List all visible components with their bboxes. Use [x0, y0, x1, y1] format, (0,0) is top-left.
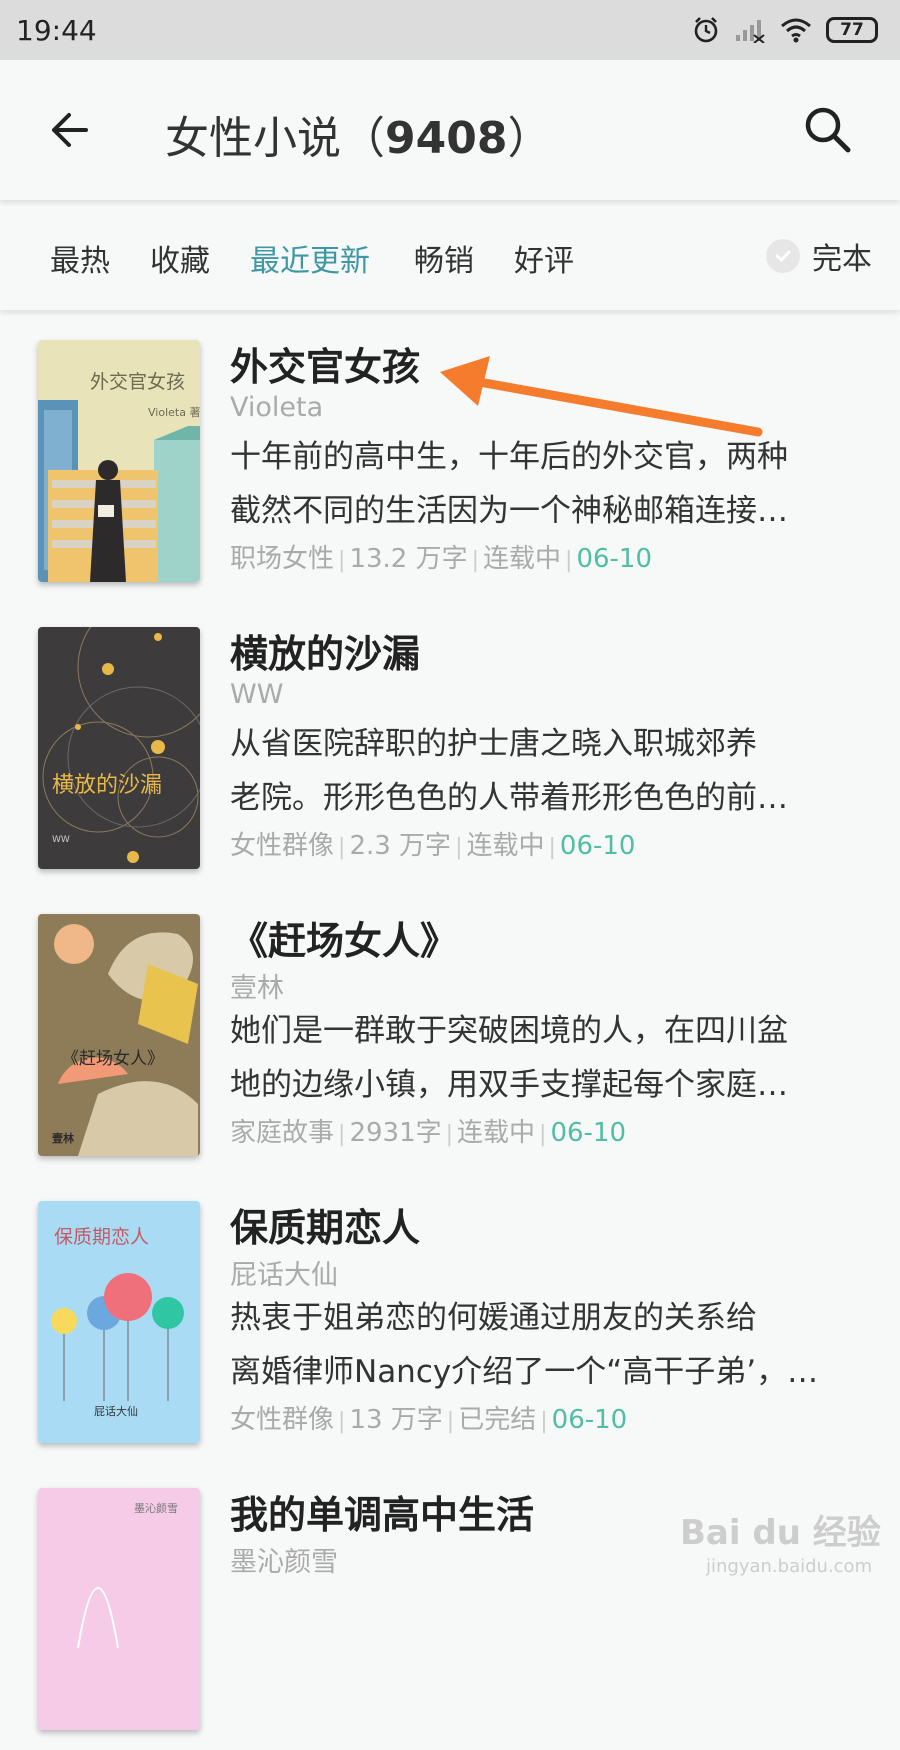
book-description-line: 从省医院辞职的护士唐之晓入职城郊养 [230, 726, 757, 762]
cover-title: 横放的沙漏 [52, 773, 162, 798]
book-author: 屁话大仙 [230, 1260, 338, 1291]
book-cover: 外交官女孩 Violeta 著 [38, 340, 200, 582]
watermark-url: jingyan.baidu.com [706, 1556, 873, 1577]
wifi-icon [781, 18, 811, 43]
book-description: 热衷于姐弟恋的何媛通过朋友的关系给 离婚律师Nancy介绍了一个“高干子弟’，… [230, 1291, 850, 1399]
book-cover: 横放的沙漏 WW [38, 627, 200, 869]
book-description-line: 离婚律师Nancy介绍了一个“高干子弟’，… [230, 1354, 819, 1390]
book-cover: 保质期恋人 屁话大仙 [38, 1201, 200, 1443]
book-title: 外交官女孩 [230, 345, 421, 389]
tab-top-rated[interactable]: 好评 [514, 236, 574, 280]
book-item[interactable]: 外交官女孩 Violeta 著 外交官女孩 Violeta 十年前的高中生，十年… [0, 310, 900, 602]
book-status: 连载中 [466, 831, 545, 861]
cover-title: 外交官女孩 [90, 371, 185, 393]
search-button[interactable] [798, 100, 858, 160]
book-item[interactable]: 保质期恋人 屁话大仙 保质期恋人 屁话大仙 热衷于姐弟恋的何媛通过朋友的关系给 … [0, 1171, 900, 1463]
book-item[interactable]: 墨沁颜雪 我的单调高中生活 墨沁颜雪 [0, 1458, 900, 1750]
page-title-count: 9408 [385, 113, 508, 164]
page-title-end: ） [507, 113, 552, 164]
book-meta: 女性群像 | 2.3 万字 | 连载中 | 06-10 [230, 831, 636, 861]
status-bar: 19:44 77 [0, 0, 900, 60]
book-category: 职场女性 [230, 544, 335, 574]
page-title-text: 女性小说（ [165, 113, 385, 164]
watermark-logo: Bai du 经验 [680, 1513, 881, 1553]
book-title: 横放的沙漏 [230, 632, 421, 676]
book-cover: 《赶场女人》 壹林 [38, 914, 200, 1156]
book-word-count: 2931字 [349, 1118, 442, 1148]
cover-title: 保质期恋人 [54, 1226, 149, 1248]
book-category: 家庭故事 [230, 1118, 335, 1148]
tab-favorites[interactable]: 收藏 [150, 236, 210, 280]
filter-bar: 最热 收藏 最近更新 畅销 好评 完本 [0, 206, 900, 310]
book-meta: 家庭故事 | 2931字 | 连载中 | 06-10 [230, 1118, 627, 1148]
cover-author: 壹林 [52, 1131, 74, 1145]
book-update-date: 06-10 [551, 1405, 628, 1435]
tab-hottest[interactable]: 最热 [50, 236, 110, 280]
cover-author: WW [52, 835, 70, 845]
cover-author: Violeta 著 [148, 405, 200, 419]
book-update-date: 06-10 [559, 831, 636, 861]
book-word-count: 13.2 万字 [349, 544, 468, 574]
book-author: WW [230, 679, 284, 710]
alarm-icon [694, 17, 718, 43]
book-title: 我的单调高中生活 [230, 1493, 535, 1537]
book-meta: 职场女性 | 13.2 万字 | 连载中 | 06-10 [230, 544, 653, 574]
book-status: 连载中 [457, 1118, 536, 1148]
book-item[interactable]: 《赶场女人》 壹林 《赶场女人》 壹林 她们是一群敢于突破困境的人，在四川盆 地… [0, 884, 900, 1176]
status-time: 19:44 [16, 13, 97, 47]
book-item[interactable]: 横放的沙漏 WW 横放的沙漏 WW 从省医院辞职的护士唐之晓入职城郊养 老院。形… [0, 597, 900, 889]
completed-filter-toggle[interactable]: 完本 [766, 234, 872, 278]
book-word-count: 2.3 万字 [349, 831, 452, 861]
signal-icon [736, 20, 765, 43]
cover-title: 《赶场女人》 [62, 1049, 164, 1069]
book-description: 十年前的高中生，十年后的外交官，两种 截然不同的生活因为一个神秘邮箱连接… [230, 430, 850, 538]
book-update-date: 06-10 [576, 544, 653, 574]
book-description-line: 她们是一群敢于突破困境的人，在四川盆 [230, 1013, 788, 1049]
book-author: 墨沁颜雪 [230, 1547, 338, 1578]
book-author: 壹林 [230, 973, 284, 1004]
book-category: 女性群像 [230, 1405, 335, 1435]
book-description: 她们是一群敢于突破困境的人，在四川盆 地的边缘小镇，用双手支撑起每个家庭… [230, 1004, 850, 1112]
book-meta: 女性群像 | 13 万字 | 已完结 | 06-10 [230, 1405, 628, 1435]
battery-indicator: 77 [826, 17, 878, 43]
check-icon [766, 239, 800, 273]
battery-level: 77 [840, 20, 864, 40]
book-title: 保质期恋人 [230, 1206, 421, 1250]
book-status: 已完结 [458, 1405, 537, 1435]
book-description: 从省医院辞职的护士唐之晓入职城郊养 老院。形形色色的人带着形形色色的前… [230, 717, 850, 825]
book-author: Violeta [230, 392, 324, 423]
book-description-line: 热衷于姐弟恋的何媛通过朋友的关系给 [230, 1300, 757, 1336]
tab-bestselling[interactable]: 畅销 [414, 236, 474, 280]
book-description-line: 截然不同的生活因为一个神秘邮箱连接… [230, 493, 788, 529]
book-status: 连载中 [483, 544, 562, 574]
book-word-count: 13 万字 [349, 1405, 443, 1435]
back-arrow-icon [52, 113, 88, 147]
cover-author: 墨沁颜雪 [134, 1502, 178, 1515]
book-description-line: 老院。形形色色的人带着形形色色的前… [230, 780, 788, 816]
tab-recent-updates[interactable]: 最近更新 [250, 236, 370, 280]
app-bar: 女性小说（9408） [0, 60, 900, 200]
book-category: 女性群像 [230, 831, 335, 861]
back-button[interactable] [40, 100, 100, 160]
completed-label: 完本 [812, 242, 872, 277]
book-title: 《赶场女人》 [230, 919, 459, 963]
book-description-line: 十年前的高中生，十年后的外交官，两种 [230, 439, 788, 475]
status-icons: 77 [692, 16, 878, 44]
cover-author: 屁话大仙 [94, 1404, 138, 1418]
book-update-date: 06-10 [550, 1118, 627, 1148]
book-cover: 墨沁颜雪 [38, 1488, 200, 1730]
book-description-line: 地的边缘小镇，用双手支撑起每个家庭… [230, 1067, 788, 1103]
page-title: 女性小说（9408） [165, 102, 551, 166]
search-icon [805, 107, 851, 153]
